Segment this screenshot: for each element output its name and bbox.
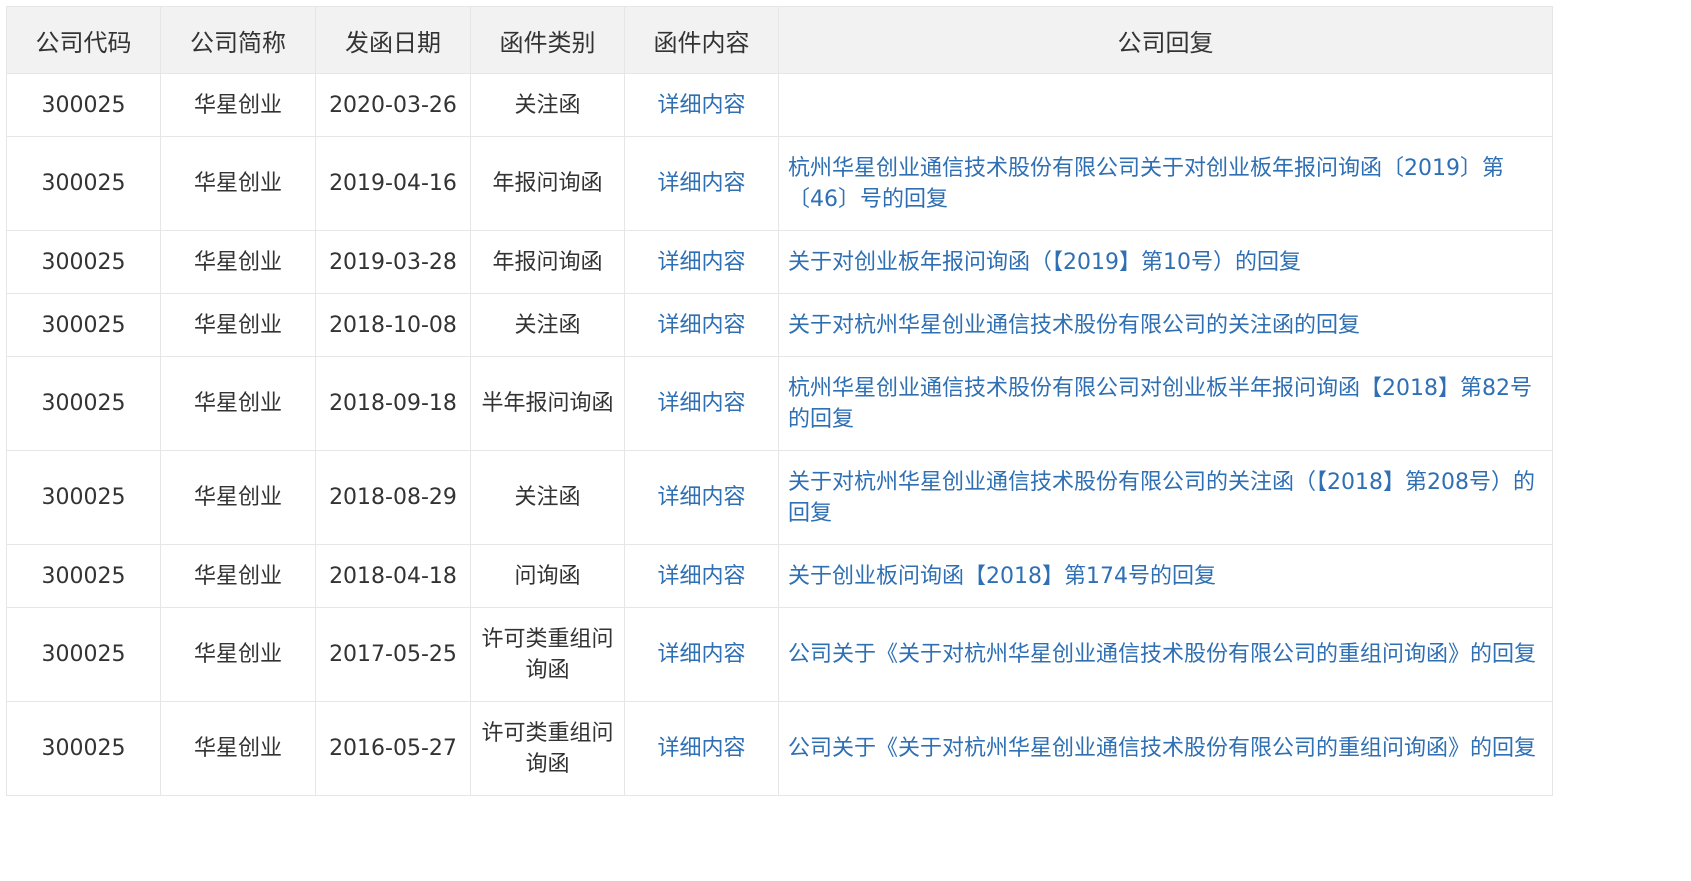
cell-code: 300025 [6,607,161,702]
table-row: 300025 华星创业 2019-04-16 年报问询函 详细内容 杭州华星创业… [6,136,1553,231]
cell-type: 许可类重组问询函 [470,701,625,796]
cell-code: 300025 [6,230,161,294]
table-row: 300025 华星创业 2018-10-08 关注函 详细内容 关于对杭州华星创… [6,293,1553,357]
detail-link[interactable]: 详细内容 [624,293,779,357]
reply-cell [778,73,1553,137]
detail-link[interactable]: 详细内容 [624,701,779,796]
reply-link[interactable]: 关于创业板问询函【2018】第174号的回复 [778,544,1553,608]
reply-link[interactable]: 杭州华星创业通信技术股份有限公司关于对创业板年报问询函〔2019〕第〔46〕号的… [778,136,1553,231]
cell-code: 300025 [6,73,161,137]
cell-date: 2018-10-08 [315,293,471,357]
detail-link[interactable]: 详细内容 [624,607,779,702]
reply-link[interactable]: 关于对杭州华星创业通信技术股份有限公司的关注函（【2018】第208号）的回复 [778,450,1553,545]
cell-date: 2017-05-25 [315,607,471,702]
header-company-name: 公司简称 [160,6,316,74]
reply-link[interactable]: 关于对创业板年报问询函（【2019】第10号）的回复 [778,230,1553,294]
table-row: 300025 华星创业 2016-05-27 许可类重组问询函 详细内容 公司关… [6,701,1553,796]
cell-date: 2019-03-28 [315,230,471,294]
header-letter-date: 发函日期 [315,6,471,74]
detail-link[interactable]: 详细内容 [624,73,779,137]
reply-link[interactable]: 关于对杭州华星创业通信技术股份有限公司的关注函的回复 [778,293,1553,357]
inquiry-letters-table-container: 公司代码 公司简称 发函日期 函件类别 函件内容 公司回复 300025 华星创… [6,6,1553,796]
table-row: 300025 华星创业 2017-05-25 许可类重组问询函 详细内容 公司关… [6,607,1553,702]
cell-code: 300025 [6,293,161,357]
cell-type: 许可类重组问询函 [470,607,625,702]
cell-code: 300025 [6,544,161,608]
reply-link[interactable]: 公司关于《关于对杭州华星创业通信技术股份有限公司的重组问询函》的回复 [778,607,1553,702]
reply-link[interactable]: 公司关于《关于对杭州华星创业通信技术股份有限公司的重组问询函》的回复 [778,701,1553,796]
cell-name: 华星创业 [160,544,316,608]
detail-link[interactable]: 详细内容 [624,450,779,545]
cell-type: 关注函 [470,73,625,137]
cell-date: 2018-08-29 [315,450,471,545]
cell-type: 关注函 [470,450,625,545]
cell-code: 300025 [6,136,161,231]
detail-link[interactable]: 详细内容 [624,230,779,294]
table-body: 300025 华星创业 2020-03-26 关注函 详细内容 300025 华… [6,73,1553,796]
cell-name: 华星创业 [160,607,316,702]
cell-code: 300025 [6,356,161,451]
cell-name: 华星创业 [160,136,316,231]
detail-link[interactable]: 详细内容 [624,136,779,231]
cell-name: 华星创业 [160,230,316,294]
header-letter-type: 函件类别 [470,6,625,74]
reply-link[interactable]: 杭州华星创业通信技术股份有限公司对创业板半年报问询函【2018】第82号的回复 [778,356,1553,451]
cell-date: 2018-04-18 [315,544,471,608]
cell-name: 华星创业 [160,450,316,545]
cell-type: 半年报问询函 [470,356,625,451]
detail-link[interactable]: 详细内容 [624,544,779,608]
table-header-row: 公司代码 公司简称 发函日期 函件类别 函件内容 公司回复 [6,6,1553,74]
table-row: 300025 华星创业 2018-09-18 半年报问询函 详细内容 杭州华星创… [6,356,1553,451]
cell-type: 年报问询函 [470,136,625,231]
cell-date: 2016-05-27 [315,701,471,796]
table-row: 300025 华星创业 2020-03-26 关注函 详细内容 [6,73,1553,137]
header-company-reply: 公司回复 [778,6,1553,74]
cell-type: 关注函 [470,293,625,357]
cell-name: 华星创业 [160,356,316,451]
cell-name: 华星创业 [160,73,316,137]
cell-name: 华星创业 [160,293,316,357]
cell-date: 2019-04-16 [315,136,471,231]
table-row: 300025 华星创业 2019-03-28 年报问询函 详细内容 关于对创业板… [6,230,1553,294]
detail-link[interactable]: 详细内容 [624,356,779,451]
cell-date: 2020-03-26 [315,73,471,137]
inquiry-letters-table: 公司代码 公司简称 发函日期 函件类别 函件内容 公司回复 300025 华星创… [6,6,1553,796]
table-row: 300025 华星创业 2018-08-29 关注函 详细内容 关于对杭州华星创… [6,450,1553,545]
cell-type: 问询函 [470,544,625,608]
header-company-code: 公司代码 [6,6,161,74]
cell-code: 300025 [6,450,161,545]
table-row: 300025 华星创业 2018-04-18 问询函 详细内容 关于创业板问询函… [6,544,1553,608]
table-header: 公司代码 公司简称 发函日期 函件类别 函件内容 公司回复 [6,6,1553,74]
cell-name: 华星创业 [160,701,316,796]
cell-date: 2018-09-18 [315,356,471,451]
cell-type: 年报问询函 [470,230,625,294]
cell-code: 300025 [6,701,161,796]
header-letter-content: 函件内容 [624,6,779,74]
